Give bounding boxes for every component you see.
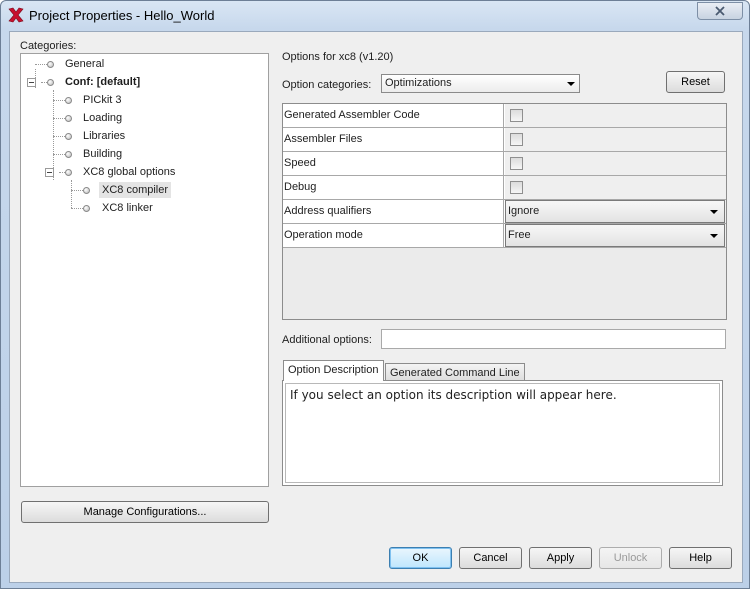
assembler-files-checkbox[interactable]: [510, 133, 523, 146]
option-row: Address qualifiers Ignore: [283, 200, 726, 224]
unlock-button[interactable]: Unlock: [599, 547, 662, 569]
dropdown-arrow-icon: [710, 210, 718, 214]
node-bullet-icon: [47, 79, 54, 86]
tree-item-loading[interactable]: Loading: [83, 110, 122, 126]
collapse-conf-icon[interactable]: [27, 78, 36, 87]
tree-connector: [71, 190, 83, 191]
tree-item-general[interactable]: General: [65, 56, 104, 72]
option-categories-select[interactable]: Optimizations: [381, 74, 580, 93]
operation-mode-select[interactable]: Free: [505, 224, 725, 247]
window-close-button[interactable]: [697, 2, 743, 20]
option-description-panel: If you select an option its description …: [282, 380, 723, 486]
categories-tree[interactable]: General Conf: [default] PICkit 3 Loading…: [20, 53, 269, 487]
option-row: Operation mode Free: [283, 224, 726, 248]
node-bullet-icon: [65, 115, 72, 122]
dropdown-arrow-icon: [710, 234, 718, 238]
options-header: Options for xc8 (v1.20): [282, 51, 394, 63]
tree-connector: [53, 118, 65, 119]
close-icon: [715, 6, 725, 16]
tree-connector: [53, 136, 65, 137]
dialog-body: Categories: General Conf: [default] PICk…: [9, 31, 743, 583]
tree-item-conf-default[interactable]: Conf: [default]: [65, 74, 140, 90]
option-name: Debug: [283, 176, 504, 199]
option-name: Speed: [283, 152, 504, 175]
node-bullet-icon: [83, 205, 90, 212]
tree-item-building[interactable]: Building: [83, 146, 122, 162]
tree-connector: [71, 208, 83, 209]
ok-button[interactable]: OK: [389, 547, 452, 569]
option-description-text: If you select an option its description …: [290, 388, 617, 402]
option-name: Assembler Files: [283, 128, 504, 151]
description-box: If you select an option its description …: [285, 383, 720, 483]
manage-configurations-button[interactable]: Manage Configurations...: [21, 501, 269, 523]
dropdown-arrow-icon: [567, 82, 575, 86]
operation-mode-value: Free: [508, 229, 531, 241]
node-bullet-icon: [47, 61, 54, 68]
option-name: Address qualifiers: [283, 200, 504, 223]
debug-checkbox[interactable]: [510, 181, 523, 194]
tree-item-xc8-compiler[interactable]: XC8 compiler: [99, 182, 172, 198]
help-button[interactable]: Help: [669, 547, 732, 569]
window-title: Project Properties - Hello_World: [29, 8, 215, 23]
tab-option-description[interactable]: Option Description: [283, 360, 384, 381]
tree-connector: [71, 180, 72, 208]
options-property-grid: Generated Assembler Code Assembler Files…: [282, 103, 727, 320]
tree-item-xc8-linker[interactable]: XC8 linker: [102, 200, 153, 216]
option-categories-label: Option categories:: [282, 79, 372, 91]
tree-connector: [35, 64, 47, 65]
title-bar[interactable]: Project Properties - Hello_World: [1, 1, 749, 29]
additional-options-label: Additional options:: [282, 334, 372, 346]
option-name: Operation mode: [283, 224, 504, 247]
option-row: Assembler Files: [283, 128, 726, 152]
option-name: Generated Assembler Code: [283, 104, 504, 127]
categories-label: Categories:: [20, 40, 77, 52]
additional-options-input[interactable]: [381, 329, 726, 349]
address-qualifiers-select[interactable]: Ignore: [505, 200, 725, 223]
cancel-button[interactable]: Cancel: [459, 547, 522, 569]
generated-assembler-code-checkbox[interactable]: [510, 109, 523, 122]
node-bullet-icon: [65, 133, 72, 140]
project-properties-window: Project Properties - Hello_World Categor…: [0, 0, 750, 589]
tree-item-libraries[interactable]: Libraries: [83, 128, 125, 144]
collapse-xc8-global-icon[interactable]: [45, 168, 54, 177]
node-bullet-icon: [65, 97, 72, 104]
option-row: Debug: [283, 176, 726, 200]
apply-button[interactable]: Apply: [529, 547, 592, 569]
app-icon: [8, 7, 24, 23]
option-row: Speed: [283, 152, 726, 176]
tree-connector: [53, 154, 65, 155]
tree-item-xc8-global-options[interactable]: XC8 global options: [83, 164, 175, 180]
address-qualifiers-value: Ignore: [508, 205, 540, 217]
option-row: Generated Assembler Code: [283, 104, 726, 128]
tree-item-pickit3[interactable]: PICkit 3: [83, 92, 122, 108]
tree-connector: [53, 100, 65, 101]
reset-button[interactable]: Reset: [666, 71, 725, 93]
node-bullet-icon: [83, 187, 90, 194]
option-categories-value: Optimizations: [385, 77, 452, 89]
node-bullet-icon: [65, 169, 72, 176]
tree-connector: [53, 90, 54, 180]
speed-checkbox[interactable]: [510, 157, 523, 170]
node-bullet-icon: [65, 151, 72, 158]
